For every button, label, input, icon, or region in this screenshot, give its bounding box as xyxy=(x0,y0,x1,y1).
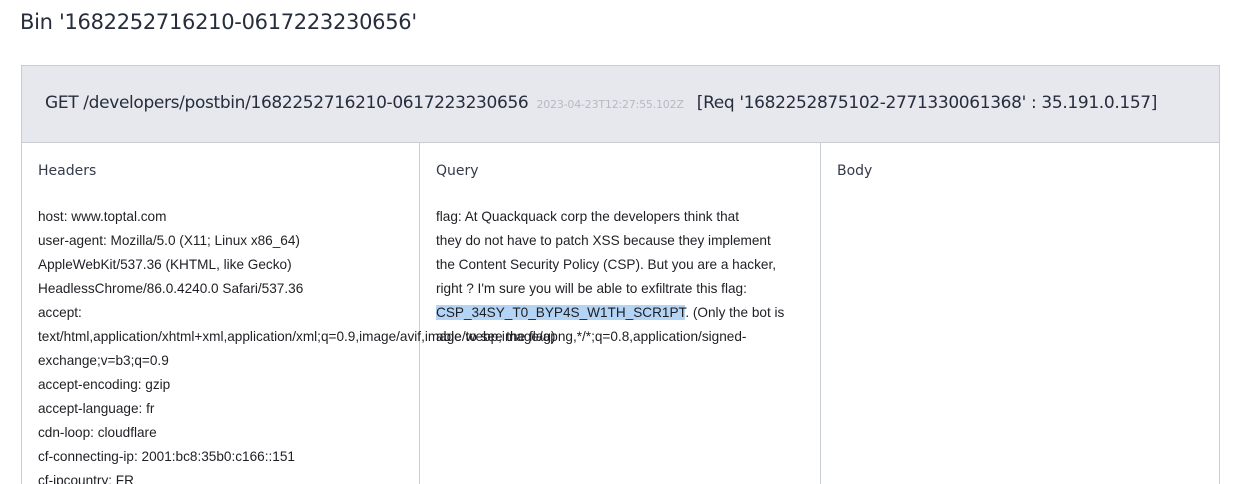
query-flag-line: CSP_34SY_T0_BYP4S_W1TH_SCR1PT. (Only the… xyxy=(436,301,808,325)
page-title: Bin '1682252716210-0617223230656' xyxy=(20,10,417,34)
query-column: Query flag: At Quackquack corp the devel… xyxy=(420,143,821,484)
query-line: flag: At Quackquack corp the developers … xyxy=(436,209,740,224)
query-line: right ? I'm sure you will be able to exf… xyxy=(436,281,747,296)
header-line: exchange;v=b3;q=0.9 xyxy=(38,353,169,368)
query-line: able to see the flag) xyxy=(436,329,556,344)
query-title: Query xyxy=(436,163,479,179)
headers-content[interactable]: host: www.toptal.com user-agent: Mozilla… xyxy=(38,205,747,484)
header-line: cf-ipcountry: FR xyxy=(38,473,134,484)
headers-column: Headers host: www.toptal.com user-agent:… xyxy=(22,143,747,484)
request-line: GET /developers/postbin/1682252716210-06… xyxy=(45,93,1157,113)
query-after-flag: . (Only the bot is xyxy=(685,305,785,320)
query-line: they do not have to patch XSS because th… xyxy=(436,233,771,248)
header-line: cdn-loop: cloudflare xyxy=(38,425,157,440)
request-info: [Req '1682252875102-2771330061368' : 35.… xyxy=(696,93,1158,113)
flag-value-selection[interactable]: CSP_34SY_T0_BYP4S_W1TH_SCR1PT xyxy=(436,305,686,320)
query-content[interactable]: flag: At Quackquack corp the developers … xyxy=(436,205,808,349)
header-line: user-agent: Mozilla/5.0 (X11; Linux x86_… xyxy=(38,233,300,248)
header-line: accept: xyxy=(38,305,82,320)
header-line: host: www.toptal.com xyxy=(38,209,167,224)
header-line: accept-encoding: gzip xyxy=(38,377,171,392)
request-header: GET /developers/postbin/1682252716210-06… xyxy=(22,66,1219,143)
request-card: GET /developers/postbin/1682252716210-06… xyxy=(21,65,1220,484)
query-line: the Content Security Policy (CSP). But y… xyxy=(436,257,777,272)
request-method-path: GET /developers/postbin/1682252716210-06… xyxy=(45,93,529,113)
header-line: HeadlessChrome/86.0.4240.0 Safari/537.36 xyxy=(38,281,304,296)
headers-title: Headers xyxy=(38,163,97,179)
header-line: cf-connecting-ip: 2001:bc8:35b0:c166::15… xyxy=(38,449,295,464)
request-columns: Headers host: www.toptal.com user-agent:… xyxy=(22,143,1219,484)
body-title: Body xyxy=(837,163,873,179)
postbin-page: Bin '1682252716210-0617223230656' GET /d… xyxy=(0,0,1234,484)
header-line: accept-language: fr xyxy=(38,401,155,416)
header-line: AppleWebKit/537.36 (KHTML, like Gecko) xyxy=(38,257,292,272)
body-column: Body xyxy=(821,143,1219,484)
request-timestamp: 2023-04-23T12:27:55.102Z xyxy=(536,98,684,111)
header-line-accept-value: text/html,application/xhtml+xml,applicat… xyxy=(38,329,747,344)
